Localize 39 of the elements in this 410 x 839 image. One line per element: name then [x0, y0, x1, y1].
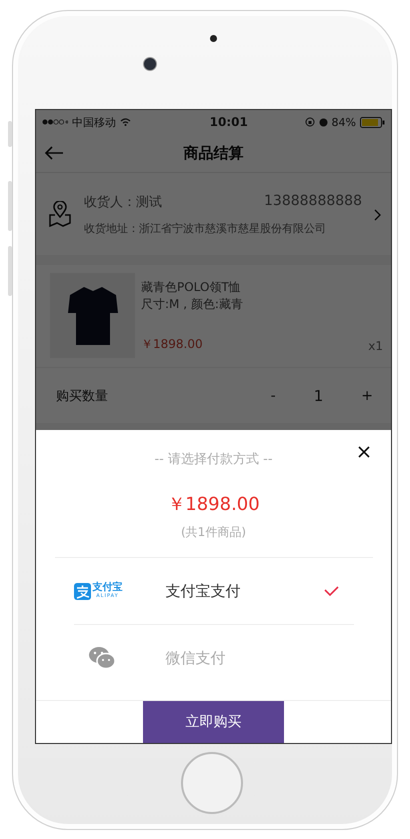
camera-lens	[143, 57, 157, 71]
product-spec: 尺寸:M , 颜色:藏青	[141, 296, 244, 313]
product-price: ￥1898.00	[141, 336, 203, 353]
alipay-logo-text: 支付宝	[92, 583, 122, 593]
alarm-icon	[318, 118, 328, 126]
shirt-drawing	[66, 284, 120, 346]
quantity-value: 1	[314, 386, 324, 404]
total-amount: ￥1898.00	[167, 493, 260, 516]
battery-icon	[360, 116, 385, 128]
alipay-logo-icon	[74, 582, 90, 600]
phone-number: 13888888888	[264, 192, 362, 210]
payment-method-label: 微信支付	[166, 648, 226, 668]
checkmark-icon	[324, 586, 338, 596]
buy-now-button[interactable]: 立即购买	[143, 701, 284, 743]
sheet-title: -- 请选择付款方式 --	[154, 451, 273, 468]
shipping-address: 收货地址：浙江省宁波市慈溪市慈星股份有限公司	[84, 220, 327, 236]
payment-method-label: 支付宝支付	[166, 582, 242, 600]
product-name: 藏青色POLO领T恤	[141, 279, 242, 296]
quantity-label: 购买数量	[56, 388, 108, 404]
product-quantity: x1	[368, 339, 383, 353]
decrement-button[interactable]: -	[266, 388, 280, 404]
status-time: 10:01	[210, 115, 248, 129]
signal-icon	[42, 119, 68, 125]
payment-option[interactable]: 微信支付	[74, 625, 354, 691]
address-card[interactable]: 收货人：测试 13888888888 收货地址：浙江省宁波市慈溪市慈星股份有限公司	[36, 173, 391, 255]
recipient-name: 收货人：测试	[84, 194, 162, 210]
chevron-right-icon	[374, 209, 381, 221]
back-arrow-icon[interactable]	[44, 146, 64, 160]
wifi-icon	[120, 118, 131, 126]
item-count: (共1件商品)	[54, 524, 372, 558]
carrier-name: 中国移动	[72, 114, 116, 130]
lock-rotation-icon	[304, 117, 315, 127]
chat-bubbles-icon	[88, 646, 116, 670]
page-title: 商品结算	[184, 144, 244, 162]
close-icon[interactable]	[358, 446, 370, 458]
speaker-dot	[210, 35, 217, 42]
location-pin-icon	[48, 201, 72, 227]
battery-percent: 84%	[332, 116, 356, 128]
increment-button[interactable]: +	[357, 388, 377, 404]
